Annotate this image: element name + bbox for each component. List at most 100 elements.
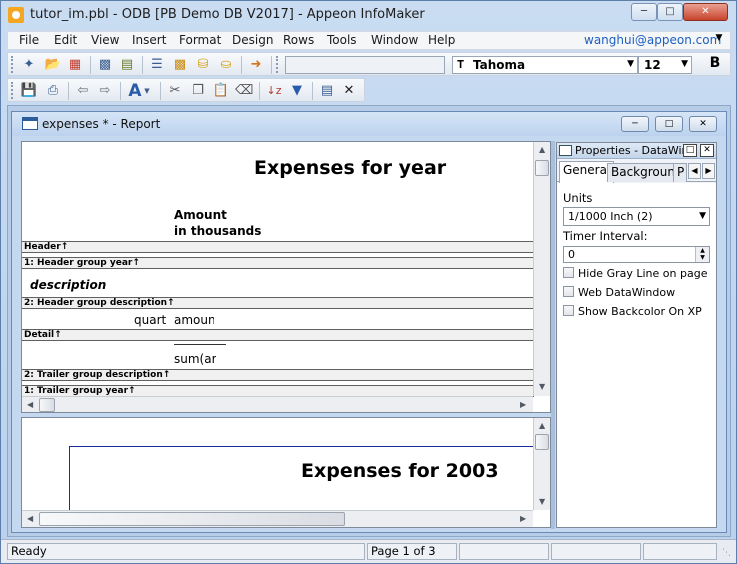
tab-scroll-right-icon[interactable]: ▶ [702,163,715,179]
database-profile-icon[interactable]: ⛀ [217,56,235,74]
timer-interval-spinner[interactable]: 0 ▲ ▼ [563,246,710,263]
checkbox-box[interactable] [563,286,574,297]
open-icon[interactable]: 📂 [44,56,62,74]
menu-file[interactable]: File [19,33,39,47]
database-icon[interactable]: ⛁ [194,56,212,74]
hide-gray-line-checkbox[interactable]: Hide Gray Line on page break [563,267,711,280]
toolbar-grip[interactable] [11,56,14,73]
amount-field[interactable]: amoun [174,313,214,327]
design-view[interactable]: Expenses for year Amount in thousands He… [21,141,551,413]
scroll-down-arrow-icon[interactable]: ▼ [539,382,545,391]
spin-arrows-icon[interactable]: ▲ ▼ [695,247,709,262]
title-bar[interactable]: tutor_im.pbl - ODB [PB Demo DB V2017] - … [1,1,736,29]
datawindow-icon[interactable]: ▩ [96,56,114,74]
scroll-left-arrow-icon[interactable]: ◀ [27,400,33,409]
tab-scroll-left-icon[interactable]: ◀ [688,163,701,179]
amount-label-line2[interactable]: in thousands [174,224,261,238]
menu-edit[interactable]: Edit [54,33,77,47]
font-name-dropdown[interactable]: 𝐓 Tahoma ▼ [452,56,638,74]
redo-icon[interactable]: ⇨ [96,82,114,100]
band-detail[interactable]: Detail↑ [22,329,534,341]
properties-close-button[interactable]: ✕ [700,144,714,157]
menu-window[interactable]: Window [371,33,418,47]
exit-icon[interactable]: ➜ [247,56,265,74]
report-minimize-button[interactable]: ─ [621,116,649,132]
toolbar-grip[interactable] [276,56,279,73]
inherit-icon[interactable]: ▦ [66,56,84,74]
design-vertical-scrollbar[interactable]: ▲ ▼ [533,142,550,396]
band-header-group-year[interactable]: 1: Header group year↑ [22,257,534,269]
sort-icon[interactable]: ↓z [265,82,283,100]
copy-icon[interactable]: ❐ [189,82,207,100]
amount-label-line1[interactable]: Amount [174,208,227,222]
web-datawindow-checkbox[interactable]: Web DataWindow [563,286,711,299]
scroll-left-arrow-icon[interactable]: ◀ [27,514,33,523]
chart-icon[interactable]: ▩ [171,56,189,74]
checkbox-box[interactable] [563,305,574,316]
properties-title-bar[interactable]: Properties - DataWindow □ ✕ [557,143,716,159]
report-maximize-button[interactable]: □ [655,116,683,132]
clear-icon[interactable]: ⌫ [235,82,253,100]
properties-pin-button[interactable]: □ [683,144,697,157]
scrollbar-thumb[interactable] [535,160,549,176]
scroll-up-arrow-icon[interactable]: ▲ [539,145,545,154]
report-title-text[interactable]: Expenses for year [254,157,446,179]
menu-insert[interactable]: Insert [132,33,166,47]
units-select[interactable]: 1/1000 Inch (2) ▼ [563,207,710,226]
scroll-down-arrow-icon[interactable]: ▼ [539,497,545,506]
scrollbar-thumb[interactable] [39,512,345,526]
quart-field[interactable]: quart [134,313,166,327]
show-backcolor-checkbox[interactable]: Show Backcolor On XP [563,305,711,318]
scrollbar-thumb[interactable] [535,434,549,450]
preview-view[interactable]: Expenses for 2003 ▲ ▼ ◀ ▶ [21,417,551,528]
new-icon[interactable]: ✦ [20,56,38,74]
band-header-group-description[interactable]: 2: Header group description↑ [22,297,534,309]
list-icon[interactable]: ☰ [148,56,166,74]
scroll-up-arrow-icon[interactable]: ▲ [539,421,545,430]
sum-amount-field[interactable]: sum(ar [174,352,216,366]
scroll-right-arrow-icon[interactable]: ▶ [520,514,526,523]
user-email-link[interactable]: wanghui@appeon.com [584,33,721,47]
filter-icon[interactable]: ▼ [288,82,306,100]
page-icon[interactable]: ▤ [318,82,336,100]
report-window-title-bar[interactable]: expenses * - Report ─ □ ✕ [12,112,726,136]
maximize-button[interactable]: □ [657,3,683,21]
timer-interval-value: 0 [568,248,575,261]
checkbox-box[interactable] [563,267,574,278]
menu-format[interactable]: Format [179,33,221,47]
report-close-button[interactable]: ✕ [689,116,717,132]
resize-grip-icon[interactable]: ⋱ [722,548,731,558]
save-icon[interactable]: 💾 [20,82,38,100]
scroll-right-arrow-icon[interactable]: ▶ [520,400,526,409]
menu-help[interactable]: Help [428,33,455,47]
design-horizontal-scrollbar[interactable]: ◀ ▶ [22,396,533,412]
chevron-down-icon[interactable]: ▼ [711,33,727,43]
pane-splitter[interactable] [551,141,555,529]
font-size-dropdown[interactable]: 12 ▼ [638,56,692,74]
datawindow-object-combo[interactable] [285,56,445,74]
chevron-down-icon[interactable]: ▼ [142,82,152,100]
preview-vertical-scrollbar[interactable]: ▲ ▼ [533,418,550,510]
preview-horizontal-scrollbar[interactable]: ◀ ▶ [22,510,533,527]
close-button[interactable]: ✕ [683,3,728,21]
library-icon[interactable]: ▤ [118,56,136,74]
toolbar-grip[interactable] [11,82,14,99]
cut-icon[interactable]: ✂ [166,82,184,100]
close-icon[interactable]: ✕ [340,82,358,100]
paste-icon[interactable]: 📋 [212,82,230,100]
tab-pointer[interactable]: P [673,163,687,182]
menu-rows[interactable]: Rows [283,33,314,47]
menu-view[interactable]: View [91,33,119,47]
print-icon[interactable]: ⎙ [44,82,62,100]
band-trailer-group-description[interactable]: 2: Trailer group description↑ [22,369,534,381]
tab-general[interactable]: General [559,161,615,183]
undo-icon[interactable]: ⇦ [74,82,92,100]
menu-tools[interactable]: Tools [327,33,357,47]
properties-icon [559,145,572,156]
scrollbar-thumb[interactable] [39,398,55,412]
description-field[interactable]: description [30,278,106,292]
menu-design[interactable]: Design [232,33,273,47]
bold-button[interactable]: B [706,55,724,71]
minimize-button[interactable]: ─ [631,3,657,21]
band-header[interactable]: Header↑ [22,241,534,253]
